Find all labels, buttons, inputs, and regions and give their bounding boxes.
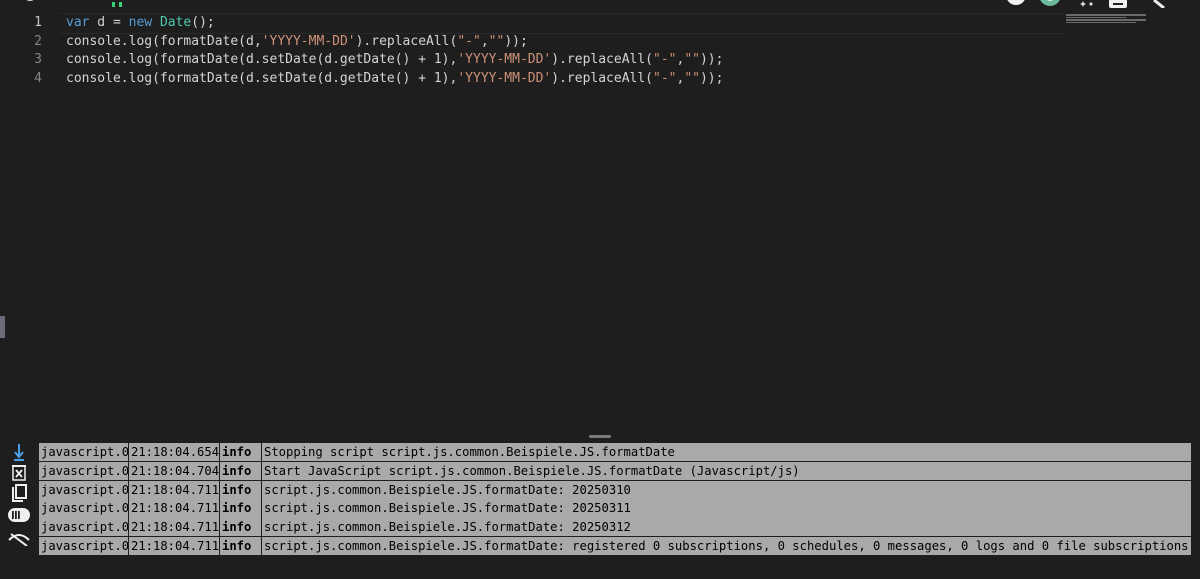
code-token: Date: [159, 15, 192, 30]
code-token: console.log(formatDate(d.setDate(d.getDa…: [66, 52, 458, 67]
code-token: 'YYYY-MM-DD': [261, 33, 356, 49]
code-editor[interactable]: 1 2 3 4 var d = new Date(); console.log(f…: [0, 0, 1200, 432]
code-line[interactable]: console.log(formatDate(d,'YYYY-MM-DD').r…: [66, 33, 723, 52]
log-message: script.js.common.Beispiele.JS.formatDate…: [264, 538, 1189, 553]
log-level: info: [220, 518, 262, 537]
log-timestamp: 21:18:04.711: [129, 499, 220, 518]
code-line[interactable]: console.log(formatDate(d.setDate(d.getDa…: [66, 51, 723, 70]
log-level: info: [220, 480, 262, 499]
log-level: info: [220, 461, 262, 481]
line-number: 3: [34, 52, 42, 67]
log-level: info: [220, 443, 262, 462]
splitter-grip[interactable]: [589, 435, 611, 438]
code-token: "-": [653, 70, 677, 86]
log-row[interactable]: javascript.0 21:18:04.711 info script.js.co…: [39, 480, 1191, 499]
log-source: javascript.0: [39, 461, 129, 481]
panel-edge-marker: [0, 316, 5, 338]
line-number-gutter: 1 2 3 4: [0, 14, 50, 88]
code-token: "": [488, 33, 505, 49]
log-level: info: [220, 499, 262, 518]
log-timestamp: 21:18:04.654: [129, 443, 220, 462]
log-row[interactable]: javascript.0 21:18:04.711 info script.js.co…: [39, 536, 1191, 556]
line-number: 2: [34, 33, 42, 49]
log-source: javascript.0: [39, 518, 129, 537]
log-timestamp: 21:18:04.711: [129, 536, 220, 556]
log-message: Stopping script script.js.common.Beispie…: [264, 445, 675, 459]
line-number: 4: [34, 70, 42, 86]
code-line[interactable]: console.log(formatDate(d.setDate(d.getDa…: [66, 70, 723, 89]
log-level: info: [220, 536, 262, 556]
code-content[interactable]: var d = new Date(); console.log(formatDat…: [66, 14, 723, 88]
code-token: ).replaceAll(: [355, 33, 458, 49]
code-token: "": [684, 70, 700, 86]
log-message: script.js.common.Beispiele.JS.formatDate…: [264, 501, 631, 516]
code-token: "-": [457, 33, 481, 49]
toggle-details-icon[interactable]: [6, 505, 32, 525]
log-row[interactable]: javascript.0 21:18:04.654 info Stopping scr…: [39, 443, 1191, 462]
log-message: script.js.common.Beispiele.JS.formatDate…: [264, 482, 631, 497]
log-panel: javascript.0 21:18:04.654 info Stopping scr…: [0, 442, 1200, 579]
code-token: ();: [191, 15, 215, 30]
pause-icon[interactable]: [108, 0, 128, 8]
code-token: d =: [89, 15, 129, 30]
hide-icon[interactable]: [6, 526, 32, 546]
log-source: javascript.0: [39, 443, 129, 462]
minimap[interactable]: [1066, 14, 1150, 23]
settings-icon[interactable]: [22, 0, 38, 8]
code-token: console.log(formatDate(d.setDate(d.getDa…: [66, 70, 458, 86]
log-timestamp: 21:18:04.711: [129, 480, 220, 499]
log-source: javascript.0: [39, 536, 129, 556]
scroll-down-icon[interactable]: [6, 442, 32, 462]
log-source: javascript.0: [39, 480, 129, 499]
code-token: 'YYYY-MM-DD': [457, 52, 552, 67]
log-source: javascript.0: [39, 499, 129, 518]
log-message: Start JavaScript script.js.common.Beispi…: [264, 463, 800, 478]
sparkle-icon[interactable]: [1076, 0, 1098, 8]
code-token: "": [684, 52, 700, 67]
keyboard-icon[interactable]: [1106, 0, 1130, 8]
chatgpt-icon[interactable]: [1037, 0, 1063, 8]
code-token: ).replaceAll(: [551, 52, 654, 67]
clear-log-icon[interactable]: [6, 463, 32, 483]
top-toolbar: [0, 0, 1200, 12]
log-message: script.js.common.Beispiele.JS.formatDate…: [264, 520, 631, 535]
code-token: new: [128, 15, 153, 30]
help-icon[interactable]: [1004, 0, 1028, 8]
line-number: 1: [34, 15, 42, 30]
code-line[interactable]: var d = new Date();: [66, 14, 723, 33]
code-token: var: [66, 15, 90, 30]
log-table: javascript.0 21:18:04.654 info Stopping scr…: [39, 443, 1191, 556]
code-token: ));: [699, 70, 724, 86]
copy-icon[interactable]: [6, 484, 32, 504]
code-token: console.log(formatDate(d,: [66, 33, 262, 49]
log-toolbar: [6, 442, 36, 547]
log-row[interactable]: javascript.0 21:18:04.704 info Start JavaSc…: [39, 461, 1191, 481]
log-timestamp: 21:18:04.711: [129, 518, 220, 537]
code-token: ,: [480, 33, 489, 49]
log-row[interactable]: javascript.0 21:18:04.711 info script.js.co…: [39, 518, 1191, 537]
code-token: 'YYYY-MM-DD': [457, 70, 552, 86]
log-row[interactable]: javascript.0 21:18:04.711 info script.js.co…: [39, 499, 1191, 518]
code-token: ));: [504, 33, 528, 49]
log-timestamp: 21:18:04.704: [129, 461, 220, 481]
code-token: "-": [653, 52, 677, 67]
panel-splitter[interactable]: [0, 432, 1200, 442]
code-token: ).replaceAll(: [551, 70, 654, 86]
search-icon[interactable]: [1150, 0, 1170, 10]
code-token: ));: [699, 52, 724, 67]
